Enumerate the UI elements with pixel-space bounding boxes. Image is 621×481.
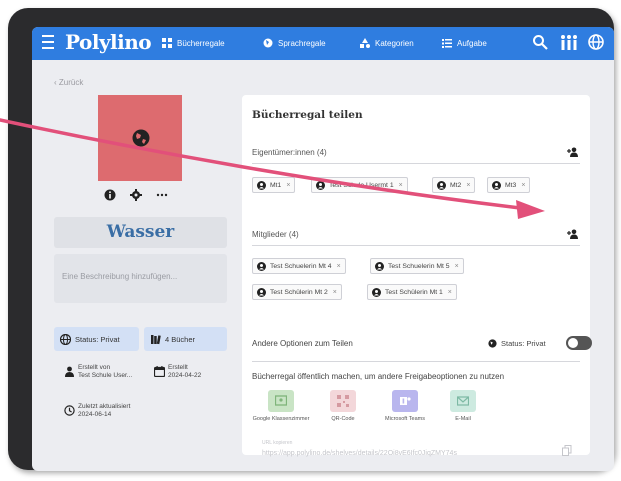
annotation-arrow [0,118,545,219]
